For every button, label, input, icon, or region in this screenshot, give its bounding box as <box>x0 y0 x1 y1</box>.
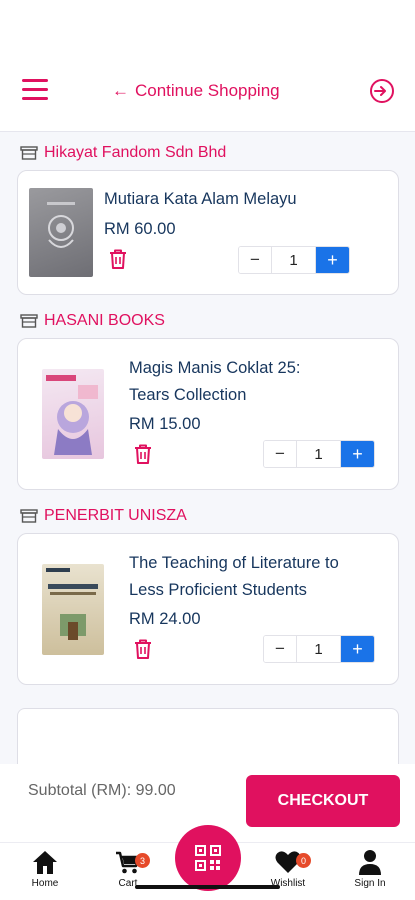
book-cover-image[interactable] <box>29 188 93 277</box>
store-icon <box>20 509 38 523</box>
quantity-stepper[interactable]: − 1 + <box>263 635 375 663</box>
seller-name[interactable]: HASANI BOOKS <box>44 312 165 330</box>
checkout-button[interactable]: CHECKOUT <box>246 775 400 827</box>
hamburger-menu-icon[interactable] <box>22 79 48 101</box>
qr-code-icon <box>195 845 221 871</box>
user-icon <box>359 850 381 875</box>
status-bar <box>0 0 415 48</box>
sign-in-icon[interactable] <box>369 78 395 104</box>
book-cover-image[interactable] <box>42 564 104 655</box>
seller-name[interactable]: Hikayat Fandom Sdn Bhd <box>44 144 226 162</box>
product-title[interactable]: The Teaching of Literature to Less Profi… <box>129 550 369 604</box>
quantity-stepper[interactable]: − 1 + <box>238 246 350 274</box>
decrease-quantity-button[interactable]: − <box>264 441 296 467</box>
quantity-value[interactable]: 1 <box>271 247 316 273</box>
seller-name[interactable]: PENERBIT UNISZA <box>44 507 187 525</box>
quantity-stepper[interactable]: − 1 + <box>263 440 375 468</box>
trash-icon[interactable] <box>133 638 153 660</box>
book-cover-image[interactable] <box>42 369 104 459</box>
home-indicator <box>135 885 280 889</box>
subtotal-text: Subtotal (RM): 99.00 <box>28 782 176 799</box>
qr-scan-button[interactable] <box>175 825 241 891</box>
cart-count-badge: 3 <box>135 853 150 868</box>
seller-header: PENERBIT UNISZA <box>20 505 187 527</box>
product-price: RM 24.00 <box>129 610 201 628</box>
nav-cart[interactable]: Cart 3 <box>98 849 158 889</box>
increase-quantity-button[interactable]: + <box>316 247 349 273</box>
wishlist-count-badge: 0 <box>296 853 311 868</box>
store-icon <box>20 314 38 328</box>
cart-item-card: Magis Manis Coklat 25: Tears Collection … <box>17 338 399 490</box>
trash-icon[interactable] <box>108 248 128 270</box>
nav-sign-in[interactable]: Sign In <box>340 849 400 889</box>
decrease-quantity-button[interactable]: − <box>264 636 296 662</box>
store-icon <box>20 146 38 160</box>
product-title[interactable]: Magis Manis Coklat 25: Tears Collection <box>129 355 329 409</box>
nav-sign-in-label: Sign In <box>354 878 386 889</box>
product-title[interactable]: Mutiara Kata Alam Melayu <box>104 186 374 213</box>
increase-quantity-button[interactable]: + <box>341 441 374 467</box>
increase-quantity-button[interactable]: + <box>341 636 374 662</box>
continue-shopping-link[interactable]: ← Continue Shopping <box>112 81 280 101</box>
quantity-value[interactable]: 1 <box>296 441 341 467</box>
nav-home-label: Home <box>31 878 59 889</box>
cart-item-card: The Teaching of Literature to Less Profi… <box>17 533 399 685</box>
product-price: RM 60.00 <box>104 220 176 238</box>
quantity-value[interactable]: 1 <box>296 636 341 662</box>
product-price: RM 15.00 <box>129 415 201 433</box>
cart-item-card: Mutiara Kata Alam Melayu RM 60.00 − 1 + <box>17 170 399 295</box>
seller-header: HASANI BOOKS <box>20 310 165 332</box>
app-header: ← Continue Shopping <box>0 48 415 132</box>
nav-wishlist[interactable]: Wishlist 0 <box>258 849 318 889</box>
arrow-left-icon: ← <box>112 81 129 100</box>
decrease-quantity-button[interactable]: − <box>239 247 271 273</box>
trash-icon[interactable] <box>133 443 153 465</box>
nav-home[interactable]: Home <box>15 849 75 889</box>
seller-header: Hikayat Fandom Sdn Bhd <box>20 142 226 164</box>
home-icon <box>33 851 57 874</box>
